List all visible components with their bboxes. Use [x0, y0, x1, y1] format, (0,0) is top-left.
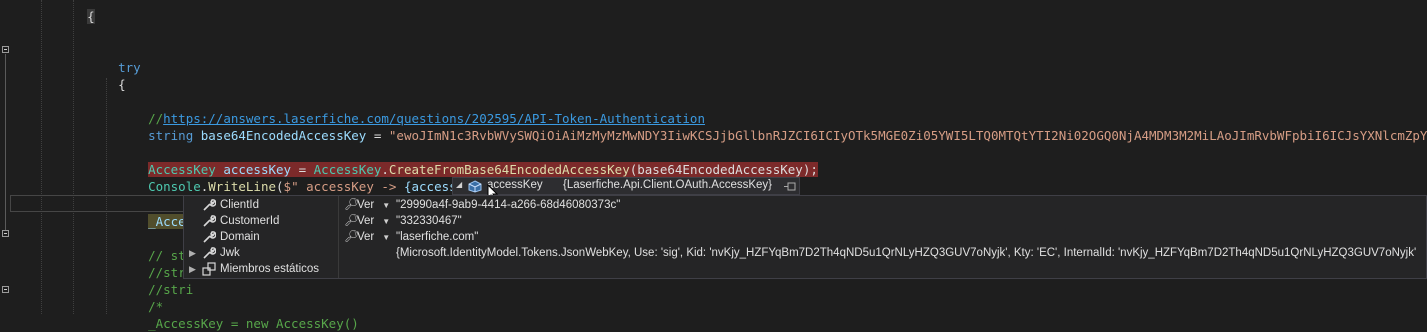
open-paren: ( — [276, 179, 284, 194]
datatip-header[interactable]: ◢ accessKey {Laserfiche.Api.Client.OAuth… — [452, 177, 800, 195]
code-line-brace[interactable]: { — [103, 59, 126, 92]
datatip-variable-type: {Laserfiche.Api.Client.OAuth.AccessKey} — [563, 179, 773, 191]
code-line-string-decl[interactable]: string base64EncodedAccessKey = "ewoJImN… — [133, 110, 1427, 143]
member-name: ClientId — [220, 199, 259, 211]
method-writeline: WriteLine — [208, 179, 277, 194]
expand-triangle-icon[interactable]: ▶ — [189, 261, 196, 277]
code-line-comment-url[interactable]: //https://answers.laserfiche.com/questio… — [133, 93, 705, 126]
magnifier-icon: 🔎︎ — [344, 231, 359, 243]
code-line-commented[interactable]: _AccessKey = new AccessKey() — [133, 298, 359, 331]
code-line-comment-open[interactable]: /* — [133, 281, 163, 314]
member-value[interactable]: "laserfiche.com" — [396, 229, 478, 245]
code-line-try[interactable]: try — [103, 42, 141, 75]
assign-op: = — [366, 128, 389, 143]
chevron-down-icon[interactable]: ▼ — [382, 201, 390, 210]
visualizer-button[interactable]: 🔎︎Ver ▼ — [344, 213, 390, 230]
wrench-icon — [203, 247, 216, 259]
chevron-down-icon[interactable]: ▼ — [382, 217, 390, 226]
indent-guide — [41, 0, 42, 314]
object-cube-icon — [468, 180, 482, 193]
member-name: Miembros estáticos — [220, 263, 320, 275]
open-brace: { — [118, 77, 126, 92]
code-line[interactable]: { — [72, 0, 95, 24]
string-literal: "ewoJImN1c3RvbWVySWQiOiAiMzMyMzMwNDY3Iiw… — [388, 128, 1427, 143]
magnifier-icon: 🔎︎ — [344, 215, 359, 227]
brace: { — [87, 9, 95, 24]
magnifier-icon: 🔎︎ — [344, 199, 359, 211]
code-line-writeline[interactable]: Console.WriteLine($" accessKey -> {acces… — [133, 161, 509, 194]
wrench-icon — [203, 199, 216, 211]
datatip-row-static-members[interactable]: ▶ Miembros estáticos — [184, 261, 1426, 277]
pin-icon[interactable] — [784, 182, 796, 191]
code-line-breakpoint[interactable]: AccessKey accessKey = AccessKey.CreateFr… — [133, 144, 818, 177]
collapse-triangle-icon[interactable]: ◢ — [456, 180, 462, 189]
interp-string-start: $" accessKey -> — [283, 179, 404, 194]
member-value[interactable]: "332330467" — [396, 213, 462, 229]
member-value[interactable]: {Microsoft.IdentityModel.Tokens.JsonWebK… — [396, 245, 1416, 261]
visualizer-label: Ver — [357, 231, 375, 243]
type-string: string — [148, 128, 194, 143]
wrench-icon — [203, 215, 216, 227]
datatip-row-jwk[interactable]: ▶ Jwk {Microsoft.IdentityModel.Tokens.Js… — [184, 245, 1426, 261]
editor-gutter — [0, 0, 12, 314]
wrench-icon — [203, 231, 216, 243]
visualizer-label: Ver — [357, 199, 375, 211]
member-name: Jwk — [220, 247, 240, 259]
visualizer-button[interactable]: 🔎︎Ver ▼ — [344, 229, 390, 246]
datatip-row-domain[interactable]: Domain 🔎︎Ver ▼ "laserfiche.com" — [184, 229, 1426, 245]
fold-collapse-icon[interactable] — [2, 230, 9, 237]
indent-guide — [73, 0, 74, 314]
member-name: Domain — [220, 231, 260, 243]
var-base64: base64EncodedAccessKey — [200, 128, 367, 143]
fold-collapse-icon[interactable] — [2, 286, 9, 293]
expand-triangle-icon[interactable]: ▶ — [189, 245, 196, 261]
visualizer-button[interactable]: 🔎︎Ver ▼ — [344, 197, 390, 214]
datatip-members-panel[interactable]: ClientId 🔎︎Ver ▼ "29990a4f-9ab9-4414-a266… — [183, 195, 1427, 279]
commented-code: _AccessKey = new AccessKey() — [148, 316, 359, 331]
static-members-icon — [202, 262, 216, 276]
member-value[interactable]: "29990a4f-9ab9-4414-a266-68d46080373c" — [396, 197, 620, 213]
datatip-row-clientid[interactable]: ClientId 🔎︎Ver ▼ "29990a4f-9ab9-4414-a266… — [184, 197, 1426, 213]
fold-guide-line — [5, 54, 6, 230]
visualizer-label: Ver — [357, 215, 375, 227]
chevron-down-icon[interactable]: ▼ — [382, 233, 390, 242]
datatip-row-customerid[interactable]: CustomerId 🔎︎Ver ▼ "332330467" — [184, 213, 1426, 229]
class-console: Console — [148, 179, 201, 194]
member-name: CustomerId — [220, 215, 280, 227]
fold-collapse-icon[interactable] — [2, 46, 9, 53]
method-args: (base64EncodedAccessKey); — [629, 162, 818, 177]
